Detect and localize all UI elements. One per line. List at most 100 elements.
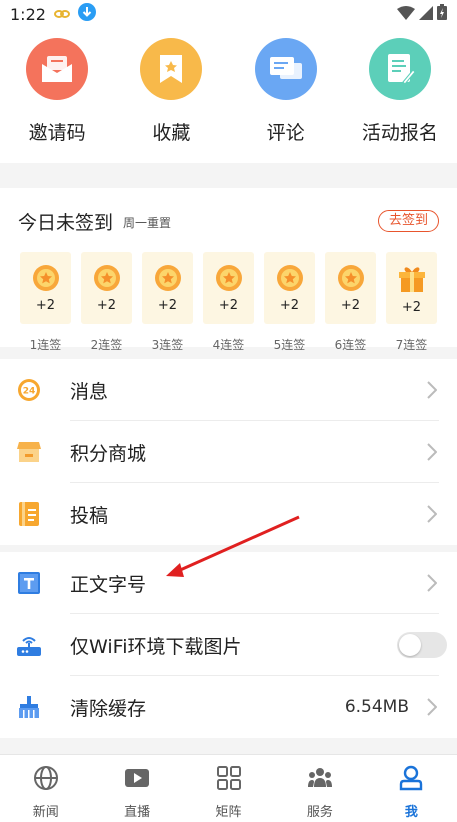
tab-label: 新闻 <box>32 805 59 820</box>
chevron-right-icon <box>427 574 438 596</box>
menu-item-label: 积分商城 <box>70 442 147 465</box>
coin-icon <box>93 265 120 291</box>
coin-icon <box>215 265 242 291</box>
envelope-icon <box>26 38 89 100</box>
broom-icon <box>16 694 42 720</box>
signin-day: +2 5连签 <box>264 252 315 353</box>
signin-subtitle: 周一重置 <box>123 216 172 230</box>
quick-label: 收藏 <box>152 122 191 144</box>
signin-day: +2 3连签 <box>142 252 193 353</box>
person-icon <box>398 765 424 795</box>
signin-day-value: +2 <box>401 300 422 315</box>
menu-item-submit-article[interactable]: 投稿 <box>0 483 457 545</box>
quick-actions: 邀请码 收藏 评论 活动报名 <box>0 28 457 163</box>
document-icon <box>16 501 42 527</box>
chevron-right-icon <box>427 381 438 403</box>
cache-size-value: 6.54MB <box>344 697 409 717</box>
gift-icon <box>398 267 425 292</box>
chevron-right-icon <box>427 698 438 720</box>
wifi-only-toggle[interactable] <box>397 632 447 658</box>
menu-group-primary: 24 消息 积分商城 投稿 <box>0 359 457 545</box>
signin-day-card: +2 <box>264 252 315 324</box>
signin-day-label: 4连签 <box>212 338 245 352</box>
menu-item-label: 投稿 <box>70 504 109 527</box>
people-icon <box>307 765 333 795</box>
menu-item-wifi-only-images: 仅WiFi环境下载图片 <box>0 614 457 676</box>
link-status-icon <box>53 5 70 24</box>
signin-day: +2 2连签 <box>81 252 132 353</box>
coin-icon <box>154 265 181 291</box>
chevron-right-icon <box>427 443 438 465</box>
menu-group-settings: 正文字号 仅WiFi环境下载图片 清除缓存 6.54MB <box>0 552 457 738</box>
quick-invite-code[interactable]: 邀请码 <box>0 38 114 163</box>
signin-day-card: +2 <box>203 252 254 324</box>
signin-day-value: +2 <box>218 298 239 313</box>
status-bar: 1:22 <box>0 0 457 28</box>
tab-me[interactable]: 我 <box>366 755 457 822</box>
comment-icon <box>254 38 317 100</box>
signin-day-label: 5连签 <box>273 338 306 352</box>
grid-icon <box>216 765 242 795</box>
signin-day-value: +2 <box>279 298 300 313</box>
svg-text:24: 24 <box>23 387 36 397</box>
menu-item-label: 仅WiFi环境下载图片 <box>70 635 242 658</box>
tab-label: 直播 <box>124 805 151 820</box>
tab-live[interactable]: 直播 <box>91 755 182 822</box>
signin-day-value: +2 <box>35 298 56 313</box>
wifi-status-icon <box>397 5 415 24</box>
signin-day-label: 6连签 <box>334 338 367 352</box>
tab-services[interactable]: 服务 <box>274 755 365 822</box>
menu-item-label: 清除缓存 <box>70 697 147 720</box>
status-time: 1:22 <box>10 4 46 24</box>
shop-icon <box>16 439 42 465</box>
download-status-icon <box>77 3 96 25</box>
router-icon <box>16 632 42 658</box>
menu-item-points-mall[interactable]: 积分商城 <box>0 421 457 483</box>
tab-label: 我 <box>404 805 418 820</box>
tab-news[interactable]: 新闻 <box>0 755 91 822</box>
signin-day: +2 6连签 <box>325 252 376 353</box>
menu-item-label: 正文字号 <box>70 573 147 596</box>
signin-day-card: +2 <box>325 252 376 324</box>
signin-days: +2 1连签 +2 2连签 +2 3连签 +2 4连签 +2 5连签 +2 6连… <box>20 252 437 353</box>
signin-button[interactable]: 去签到 <box>377 210 439 232</box>
font-size-icon <box>16 570 42 596</box>
signal-status-icon <box>419 5 433 24</box>
quick-event-signup[interactable]: 活动报名 <box>343 38 457 163</box>
tab-label: 服务 <box>306 805 333 820</box>
quick-favorites[interactable]: 收藏 <box>114 38 228 163</box>
menu-item-messages[interactable]: 24 消息 <box>0 359 457 421</box>
message-icon: 24 <box>16 377 42 403</box>
signin-day-label: 7连签 <box>395 338 428 352</box>
bottom-tab-bar: 新闻 直播 矩阵 服务 我 <box>0 754 457 822</box>
signin-day: +2 1连签 <box>20 252 71 353</box>
signin-day-card: +2 <box>20 252 71 324</box>
menu-item-clear-cache[interactable]: 清除缓存 6.54MB <box>0 676 457 738</box>
signin-day-value: +2 <box>157 298 178 313</box>
globe-icon <box>33 765 59 795</box>
coin-icon <box>276 265 303 291</box>
quick-label: 活动报名 <box>361 122 438 144</box>
quick-comments[interactable]: 评论 <box>229 38 343 163</box>
signin-title: 今日未签到 <box>18 212 114 234</box>
bookmark-icon <box>140 38 203 100</box>
chevron-right-icon <box>427 505 438 527</box>
form-icon <box>368 38 431 100</box>
signin-day-label: 1连签 <box>29 338 62 352</box>
tab-matrix[interactable]: 矩阵 <box>183 755 274 822</box>
menu-item-label: 消息 <box>70 380 109 403</box>
menu-item-font-size[interactable]: 正文字号 <box>0 552 457 614</box>
signin-day-card: +2 <box>81 252 132 324</box>
signin-day: +2 7连签 <box>386 252 437 353</box>
signin-day-value: +2 <box>96 298 117 313</box>
quick-label: 评论 <box>266 122 305 144</box>
signin-day: +2 4连签 <box>203 252 254 353</box>
battery-status-icon <box>437 4 447 24</box>
coin-icon <box>337 265 364 291</box>
play-icon <box>124 765 150 795</box>
quick-label: 邀请码 <box>28 122 86 144</box>
signin-day-card: +2 <box>142 252 193 324</box>
tab-label: 矩阵 <box>215 805 242 820</box>
